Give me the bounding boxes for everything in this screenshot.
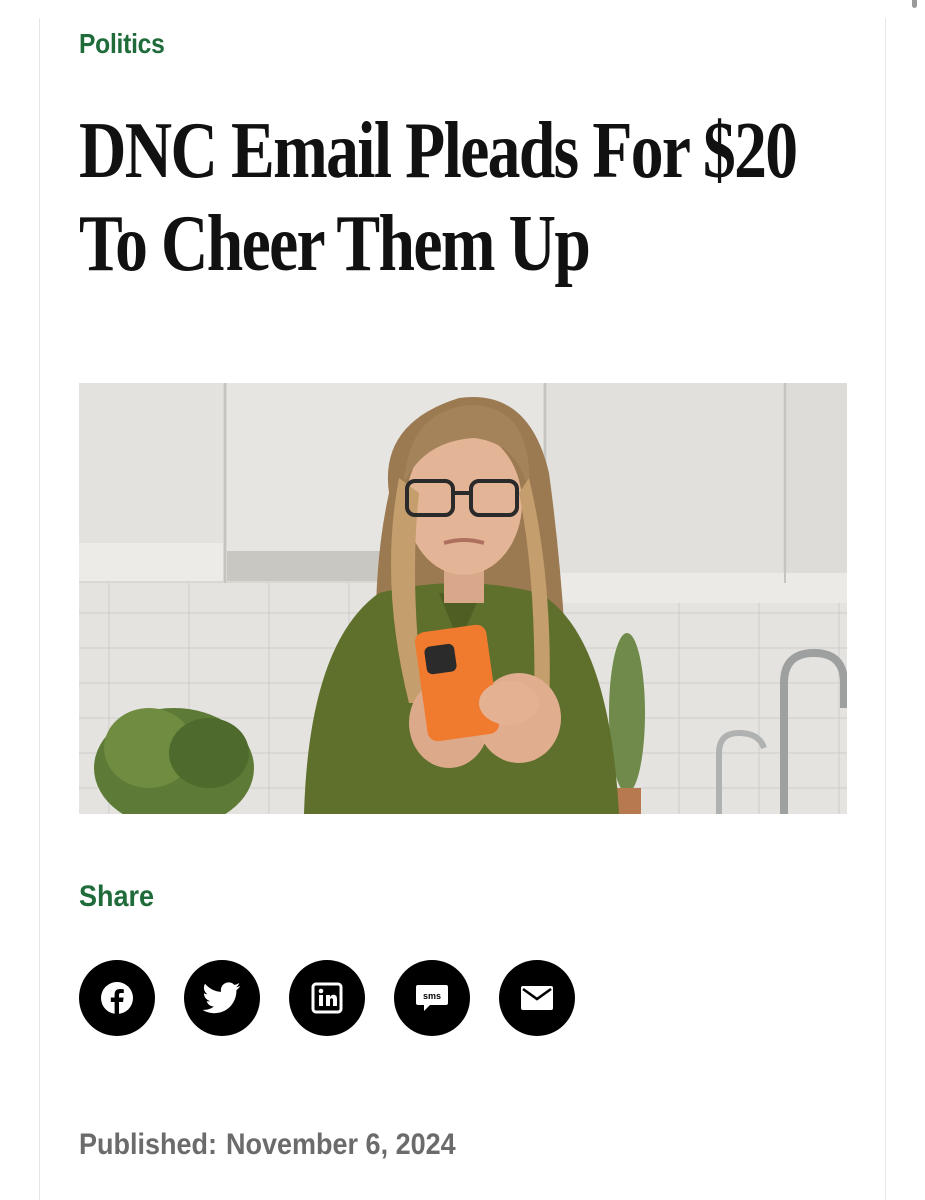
- published-label: Published:: [79, 1128, 218, 1161]
- linkedin-icon: [311, 982, 343, 1014]
- article-page: Politics DNC Email Pleads For $20 To Che…: [0, 0, 925, 1200]
- hero-image: [79, 383, 847, 814]
- sms-icon-label: sms: [423, 991, 441, 1001]
- email-share-button[interactable]: [499, 960, 575, 1036]
- sms-icon: sms: [416, 985, 448, 1011]
- hero-illustration: [79, 383, 847, 814]
- twitter-share-button[interactable]: [184, 960, 260, 1036]
- scrollbar[interactable]: [912, 0, 917, 8]
- share-buttons: sms: [79, 960, 575, 1036]
- content-border-right: [885, 18, 886, 1200]
- email-icon: [521, 986, 553, 1010]
- share-heading: Share: [79, 880, 155, 913]
- article-headline: DNC Email Pleads For $20 To Cheer Them U…: [79, 107, 798, 288]
- linkedin-share-button[interactable]: [289, 960, 365, 1036]
- twitter-icon: [203, 982, 241, 1014]
- published-date-value: November 6, 2024: [226, 1128, 456, 1161]
- facebook-share-button[interactable]: [79, 960, 155, 1036]
- publish-date: Published: November 6, 2024: [79, 1128, 456, 1162]
- sms-share-button[interactable]: sms: [394, 960, 470, 1036]
- category-link[interactable]: Politics: [79, 28, 165, 60]
- facebook-icon: [101, 982, 133, 1015]
- content-border-left: [39, 18, 40, 1200]
